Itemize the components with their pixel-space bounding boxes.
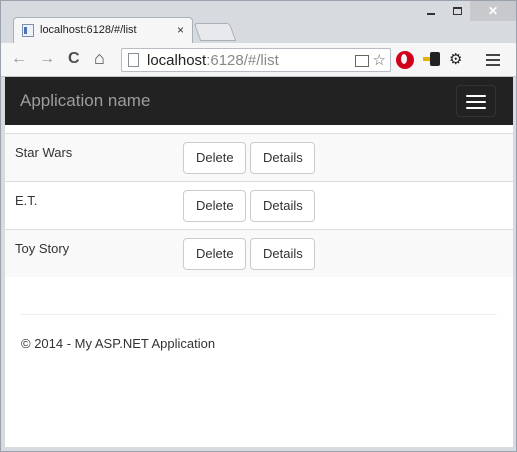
browser-tab[interactable]: localhost:6128/#/list ×	[13, 17, 193, 43]
navbar-toggle-button[interactable]	[456, 85, 496, 117]
opera-extension-icon[interactable]	[396, 51, 414, 69]
reload-icon[interactable]: C	[68, 50, 80, 68]
reader-mode-icon[interactable]	[354, 55, 369, 67]
footer-text: © 2014 - My ASP.NET Application	[21, 336, 216, 351]
url-host: localhost	[147, 52, 207, 69]
home-icon[interactable]: ⌂	[94, 48, 105, 69]
tab-close-icon[interactable]: ×	[177, 23, 184, 37]
details-button[interactable]: Details	[250, 238, 315, 270]
page-favicon-icon	[22, 24, 34, 37]
maximize-icon	[452, 7, 462, 15]
url-path: :6128/#/list	[206, 52, 279, 69]
top-navbar: Application name	[5, 77, 513, 125]
movie-title: E.T.	[15, 193, 38, 208]
minimize-button[interactable]	[418, 1, 444, 21]
browser-window: localhost:6128/#/list × ✕ ← → C ⌂ localh…	[0, 0, 517, 452]
brand-link[interactable]: Application name	[20, 91, 150, 111]
hamburger-line-icon	[466, 95, 486, 97]
title-bar: localhost:6128/#/list × ✕	[1, 1, 516, 43]
details-button[interactable]: Details	[250, 142, 315, 174]
movie-title: Toy Story	[15, 241, 70, 256]
hamburger-line-icon	[466, 107, 486, 109]
list-item: E.T. Delete Details	[5, 181, 513, 229]
back-arrow-icon[interactable]: ←	[11, 50, 27, 68]
tab-title: localhost:6128/#/list	[40, 24, 137, 36]
list-item: Toy Story Delete Details	[5, 229, 513, 277]
movie-list: Star Wars Delete Details E.T. Delete Det…	[5, 133, 513, 277]
delete-button[interactable]: Delete	[183, 142, 246, 174]
details-button[interactable]: Details	[250, 190, 315, 222]
url-text: localhost:6128/#/list	[147, 52, 279, 69]
page-viewport: Application name Star Wars Delete Detail…	[5, 77, 513, 447]
new-tab-button[interactable]	[193, 23, 237, 41]
list-item: Star Wars Delete Details	[5, 133, 513, 181]
browser-menu-icon[interactable]	[486, 54, 500, 69]
omnibox-actions: ☆	[354, 51, 386, 69]
key-extension-icon[interactable]	[423, 51, 441, 69]
close-window-button[interactable]: ✕	[470, 1, 516, 21]
address-bar[interactable]: localhost:6128/#/list ☆	[121, 48, 391, 72]
delete-button[interactable]: Delete	[183, 190, 246, 222]
page-icon	[128, 53, 139, 67]
maximize-button[interactable]	[444, 1, 470, 21]
delete-button[interactable]: Delete	[183, 238, 246, 270]
settings-extension-icon[interactable]: ⚙	[449, 50, 467, 68]
bookmark-star-icon[interactable]: ☆	[373, 51, 386, 69]
hamburger-line-icon	[466, 101, 486, 103]
movie-title: Star Wars	[15, 145, 73, 160]
close-icon: ✕	[487, 4, 499, 18]
window-controls: ✕	[418, 1, 516, 23]
browser-toolbar: ← → C ⌂ localhost:6128/#/list ☆ ⚙	[1, 43, 516, 77]
forward-arrow-icon[interactable]: →	[39, 50, 55, 68]
footer-divider	[20, 314, 497, 315]
minimize-icon	[427, 13, 435, 15]
